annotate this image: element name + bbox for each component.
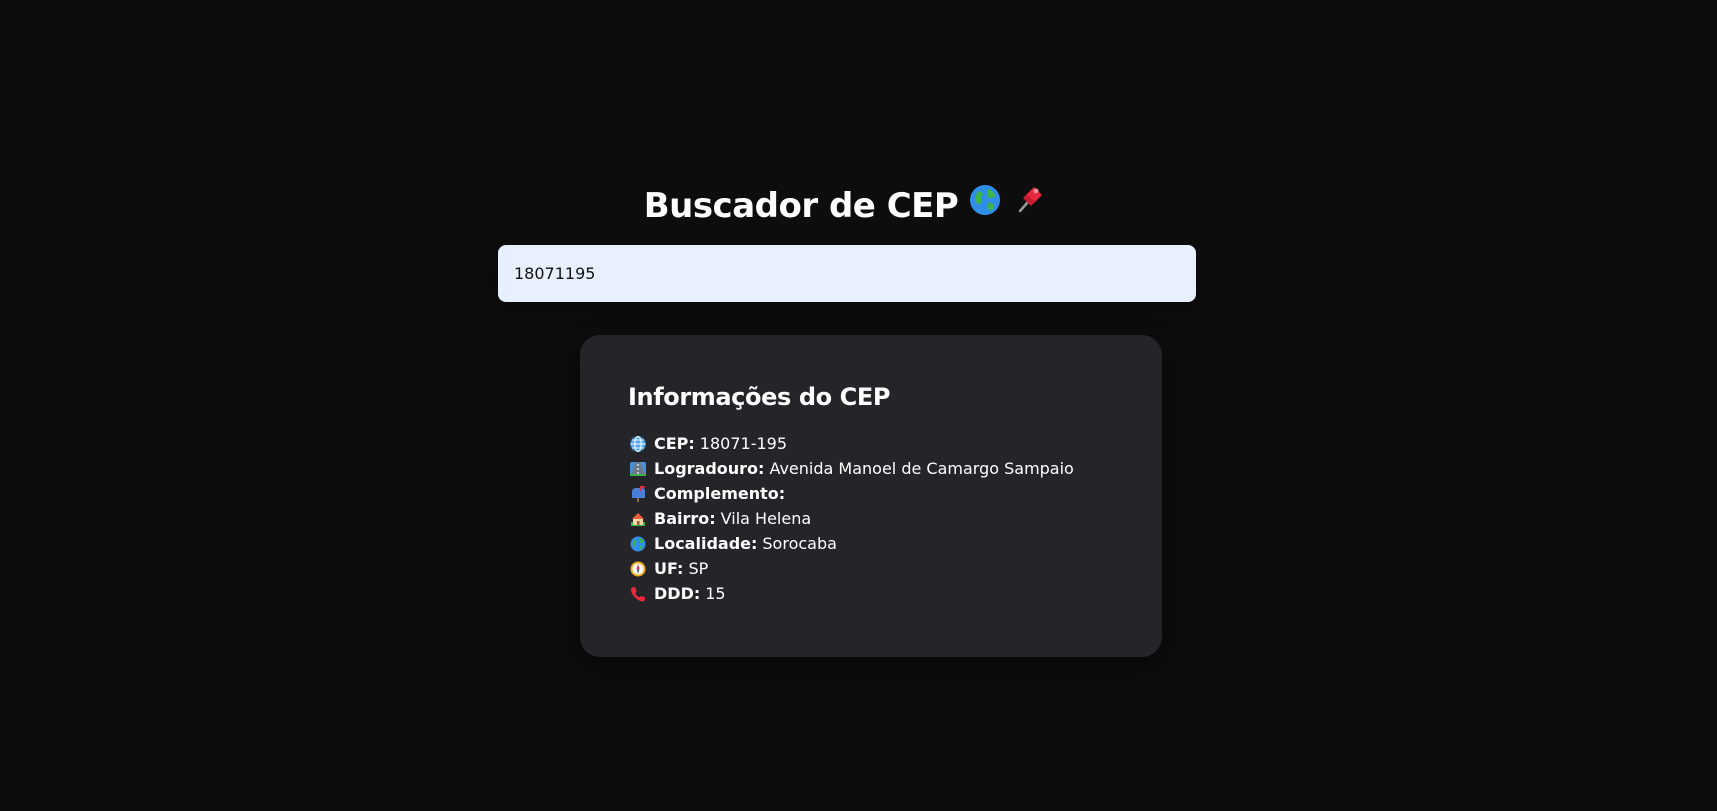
motorway-icon	[628, 459, 648, 479]
cep-info-list: CEP: 18071-195 Logradouro: Avenida Manoe…	[628, 431, 1114, 606]
info-item-ddd: DDD: 15	[628, 581, 1114, 606]
info-value: Avenida Manoel de Camargo Sampaio	[769, 459, 1074, 478]
mailbox-icon	[628, 484, 648, 504]
info-item-logradouro: Logradouro: Avenida Manoel de Camargo Sa…	[628, 456, 1114, 481]
info-label: Logradouro:	[654, 459, 765, 478]
info-item-localidade: Localidade: Sorocaba	[628, 531, 1114, 556]
house-icon	[628, 509, 648, 529]
telephone-receiver-icon	[628, 584, 648, 604]
globe-icon	[968, 183, 1002, 226]
pushpin-icon	[1012, 183, 1046, 226]
info-item-uf: UF: SP	[628, 556, 1114, 581]
info-value: Sorocaba	[762, 534, 837, 553]
info-value: SP	[688, 559, 709, 578]
info-value: Vila Helena	[720, 509, 812, 528]
info-label: Complemento:	[654, 484, 786, 503]
info-label: DDD:	[654, 584, 701, 603]
info-label: CEP:	[654, 434, 695, 453]
page: Buscador de CEP Informações do CEP	[0, 0, 1717, 811]
info-item-cep: CEP: 18071-195	[628, 431, 1114, 456]
info-label: Bairro:	[654, 509, 716, 528]
info-label: Localidade:	[654, 534, 758, 553]
info-label: UF:	[654, 559, 684, 578]
page-title: Buscador de CEP	[0, 183, 1690, 226]
cep-info-card: Informações do CEP CEP: 18071-195 Lograd…	[580, 335, 1162, 657]
card-title: Informações do CEP	[628, 383, 891, 411]
info-item-complemento: Complemento:	[628, 481, 1114, 506]
info-item-bairro: Bairro: Vila Helena	[628, 506, 1114, 531]
info-value: 15	[705, 584, 726, 603]
cep-search-input[interactable]	[498, 245, 1196, 302]
info-value: 18071-195	[699, 434, 788, 453]
globe-meridians-icon	[628, 434, 648, 454]
globe-icon	[628, 534, 648, 554]
compass-icon	[628, 559, 648, 579]
page-title-text: Buscador de CEP	[643, 185, 959, 226]
